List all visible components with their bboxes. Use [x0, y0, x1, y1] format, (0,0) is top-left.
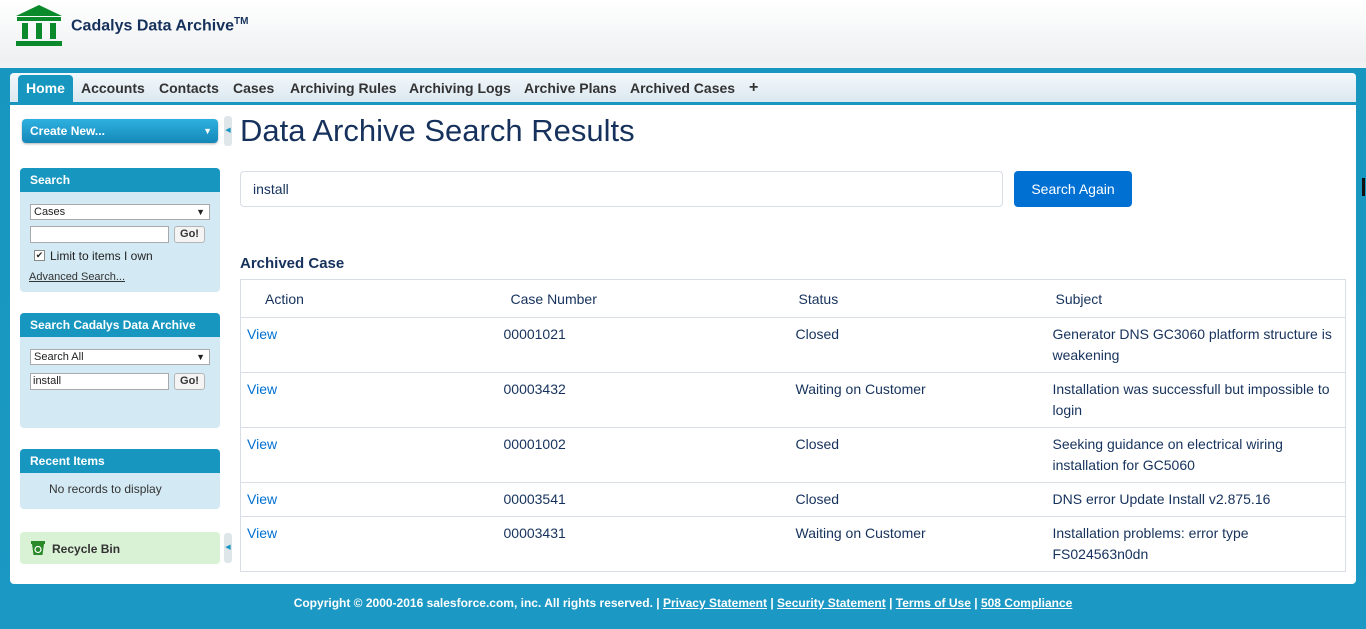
view-link[interactable]: View [247, 525, 277, 541]
tab-home[interactable]: Home [18, 75, 73, 103]
column-header-subject: Subject [1052, 279, 1346, 318]
column-header-action: Action [240, 279, 504, 318]
archive-search-heading: Search Cadalys Data Archive [20, 313, 220, 337]
tab-accounts[interactable]: Accounts [73, 75, 153, 103]
cursor-edge [1362, 178, 1365, 196]
column-header-case-number: Case Number [503, 279, 796, 318]
tab-cases[interactable]: Cases [225, 75, 282, 103]
case-number-cell: 00003541 [503, 482, 796, 517]
main-panel: Home Accounts Contacts Cases Archiving R… [10, 73, 1356, 584]
view-link[interactable]: View [247, 436, 277, 452]
case-number-cell: 00003431 [503, 516, 796, 572]
status-cell: Closed [795, 482, 1053, 517]
building-logo-icon [16, 5, 62, 46]
archive-search-input[interactable]: install [30, 373, 169, 390]
terms-link[interactable]: Terms of Use [896, 596, 971, 610]
status-cell: Closed [795, 317, 1053, 373]
recycle-bin-link[interactable]: Recycle Bin [20, 532, 220, 564]
recycle-bin-icon [31, 541, 45, 555]
tab-bar: Home Accounts Contacts Cases Archiving R… [10, 73, 1356, 105]
subject-cell: DNS error Update Install v2.875.16 [1052, 482, 1346, 517]
security-link[interactable]: Security Statement [777, 596, 886, 610]
search-scope-select[interactable]: Cases ▼ [30, 204, 210, 220]
search-box: Search Cases ▼ Go! ✔ Limit to items I own… [20, 168, 220, 292]
search-again-button[interactable]: Search Again [1014, 171, 1132, 207]
results-table: Action Case Number Status Subject View 0… [240, 279, 1346, 572]
add-tab-button[interactable]: + [741, 75, 766, 103]
archive-query-input[interactable]: install [240, 171, 1003, 207]
search-go-button[interactable]: Go! [174, 226, 205, 243]
recycle-bin-label: Recycle Bin [52, 542, 121, 556]
subject-cell: Installation was successfull but impossi… [1052, 372, 1346, 428]
compliance-link[interactable]: 508 Compliance [981, 596, 1072, 610]
table-row: View 00003432 Waiting on Customer Instal… [240, 372, 1346, 428]
table-row: View 00003541 Closed DNS error Update In… [240, 482, 1346, 517]
case-number-cell: 00003432 [503, 372, 796, 428]
tab-archive-plans[interactable]: Archive Plans [516, 75, 625, 103]
create-new-label: Create New... [30, 124, 105, 138]
view-link[interactable]: View [247, 381, 277, 397]
search-input[interactable] [30, 226, 169, 243]
archive-scope-select[interactable]: Search All ▼ [30, 349, 210, 365]
collapse-sidebar-icon[interactable]: ◀ [224, 116, 232, 146]
privacy-link[interactable]: Privacy Statement [663, 596, 767, 610]
chevron-down-icon: ▼ [196, 207, 205, 217]
status-cell: Waiting on Customer [795, 372, 1053, 428]
tab-archiving-rules[interactable]: Archiving Rules [282, 75, 405, 103]
create-new-dropdown[interactable]: Create New... ▼ [22, 119, 218, 143]
limit-checkbox[interactable]: ✔ [34, 250, 45, 261]
table-row: View 00001002 Closed Seeking guidance on… [240, 427, 1346, 483]
chevron-down-icon: ▼ [203, 126, 212, 136]
view-link[interactable]: View [247, 326, 277, 342]
case-number-cell: 00001002 [503, 427, 796, 483]
view-link[interactable]: View [247, 491, 277, 507]
limit-label: Limit to items I own [50, 249, 153, 263]
chevron-down-icon: ▼ [196, 352, 205, 362]
recent-items-heading: Recent Items [20, 449, 220, 473]
column-header-status: Status [795, 279, 1053, 318]
search-heading: Search [20, 168, 220, 192]
status-cell: Waiting on Customer [795, 516, 1053, 572]
case-number-cell: 00001021 [503, 317, 796, 373]
table-row: View 00001021 Closed Generator DNS GC306… [240, 317, 1346, 373]
header: Cadalys Data ArchiveTM [0, 0, 1366, 68]
tab-archiving-logs[interactable]: Archiving Logs [401, 75, 519, 103]
subject-cell: Generator DNS GC3060 platform structure … [1052, 317, 1346, 373]
status-cell: Closed [795, 427, 1053, 483]
table-header-row: Action Case Number Status Subject [240, 279, 1346, 318]
table-row: View 00003431 Waiting on Customer Instal… [240, 516, 1346, 572]
section-title: Archived Case [240, 255, 345, 272]
footer: Copyright © 2000-2016 salesforce.com, in… [293, 596, 1073, 610]
subject-cell: Installation problems: error type FS0245… [1052, 516, 1346, 572]
page-title: Data Archive Search Results [240, 113, 635, 148]
subject-cell: Seeking guidance on electrical wiring in… [1052, 427, 1346, 483]
copyright-text: Copyright © 2000-2016 salesforce.com, in… [293, 596, 653, 610]
archive-search-box: Search Cadalys Data Archive Search All ▼ … [20, 313, 220, 428]
tab-archived-cases[interactable]: Archived Cases [622, 75, 743, 103]
recent-items-box: Recent Items No records to display [20, 449, 220, 509]
tab-contacts[interactable]: Contacts [151, 75, 227, 103]
advanced-search-link[interactable]: Advanced Search... [29, 271, 125, 283]
no-records-text: No records to display [49, 482, 162, 496]
app-title: Cadalys Data ArchiveTM [71, 16, 249, 35]
archive-go-button[interactable]: Go! [174, 373, 205, 390]
collapse-recycle-icon[interactable]: ◀ [224, 533, 232, 563]
